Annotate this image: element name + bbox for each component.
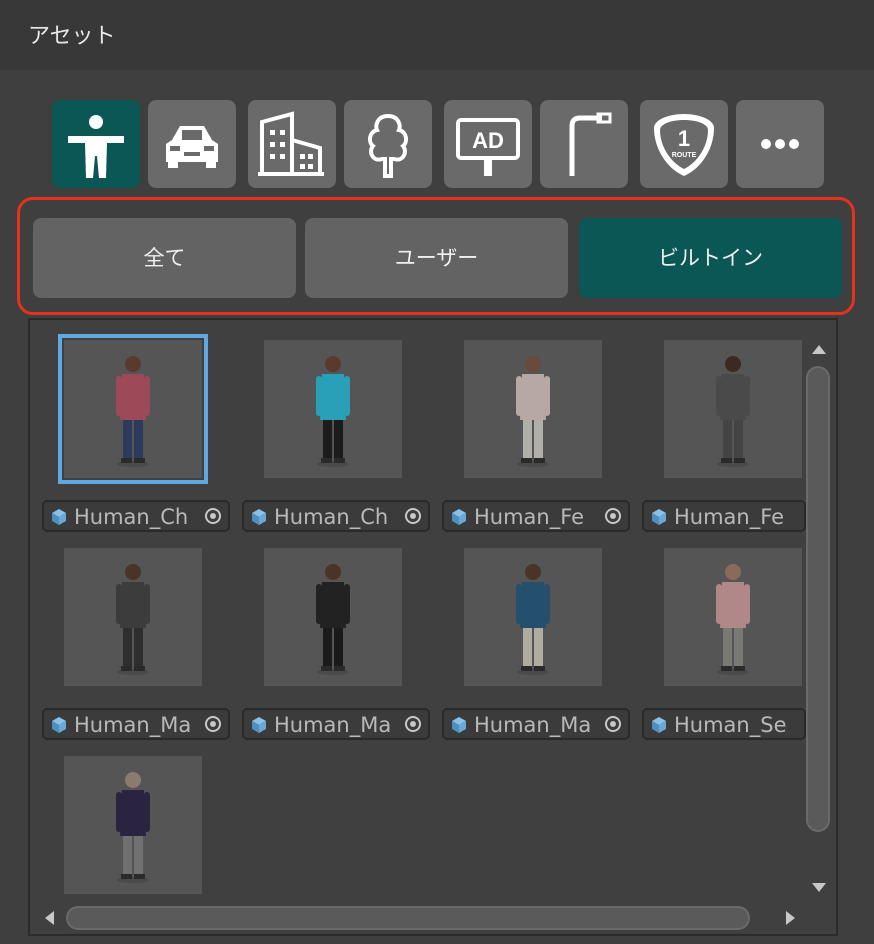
asset-object-field[interactable]: Human_Ch (42, 500, 230, 532)
human-model-preview (316, 564, 350, 675)
asset-name: Human_Ma (74, 713, 192, 737)
human-model-preview (716, 356, 750, 467)
subtab-user[interactable]: ユーザー (305, 218, 568, 298)
asset-object-field[interactable]: Human_Ch (242, 500, 430, 532)
object-picker-icon[interactable] (604, 507, 622, 525)
human-model-preview (116, 772, 150, 883)
window-title: アセット (28, 24, 116, 49)
category-vehicle-button[interactable] (148, 100, 236, 188)
asset-thumbnail[interactable] (664, 548, 802, 686)
prefab-cube-icon (652, 717, 666, 733)
prefab-cube-icon (652, 509, 666, 525)
car-icon (166, 126, 218, 168)
human-model-preview (516, 356, 550, 467)
tree-icon (367, 113, 409, 178)
human-model-preview (316, 356, 350, 467)
object-picker-icon[interactable] (604, 715, 622, 733)
human-model-preview (716, 564, 750, 675)
prefab-cube-icon (452, 509, 466, 525)
asset-name: Human_Ma (474, 713, 592, 737)
human-model-preview (516, 564, 550, 675)
asset-thumbnail[interactable] (664, 340, 802, 478)
ad-billboard-icon: AD (456, 118, 520, 176)
asset-thumbnail[interactable] (264, 340, 402, 478)
human-model-preview (116, 356, 150, 467)
asset-object-field[interactable]: Human_Fe (442, 500, 630, 532)
object-picker-icon[interactable] (404, 507, 422, 525)
asset-object-field[interactable]: Human_Ma (442, 708, 630, 740)
asset-object-field[interactable]: Human_Ma (242, 708, 430, 740)
more-dots-icon (761, 139, 799, 149)
svg-text:ROUTE: ROUTE (672, 152, 697, 159)
object-picker-icon[interactable] (404, 715, 422, 733)
asset-object-field[interactable]: Human_Ma (42, 708, 230, 740)
svg-text:1: 1 (678, 126, 690, 151)
category-human-button[interactable] (52, 100, 140, 188)
streetlight-icon (569, 112, 612, 176)
scroll-right-arrow[interactable] (786, 911, 795, 925)
prefab-cube-icon (252, 717, 266, 733)
building-icon (258, 111, 324, 176)
scroll-left-arrow[interactable] (45, 911, 54, 925)
scroll-up-arrow[interactable] (812, 345, 826, 354)
category-advertisement-button[interactable]: AD (444, 100, 532, 188)
prefab-cube-icon (52, 509, 66, 525)
person-icon (68, 115, 124, 178)
asset-name: Human_Ch (74, 505, 189, 529)
category-route-sign-button[interactable]: 1 ROUTE (640, 100, 728, 188)
asset-name: Human_Se (674, 713, 787, 737)
asset-thumbnail[interactable] (64, 548, 202, 686)
object-picker-icon[interactable] (204, 507, 222, 525)
prefab-cube-icon (252, 509, 266, 525)
category-building-button[interactable] (248, 100, 336, 188)
category-more-button[interactable] (736, 100, 824, 188)
asset-thumbnail[interactable] (64, 756, 202, 894)
window-titlebar: アセット (0, 0, 874, 70)
asset-name: Human_Ch (274, 505, 389, 529)
category-plant-button[interactable] (344, 100, 432, 188)
route-sign-icon: 1ROUTE (654, 114, 714, 176)
asset-name: Human_Ma (274, 713, 392, 737)
svg-text:AD: AD (472, 128, 504, 153)
object-picker-icon[interactable] (204, 715, 222, 733)
vertical-scrollbar-thumb[interactable] (806, 366, 830, 832)
asset-object-field[interactable]: Human_Se (642, 708, 806, 740)
asset-thumbnail[interactable] (58, 334, 208, 484)
asset-name: Human_Fe (674, 505, 785, 529)
prefab-cube-icon (452, 717, 466, 733)
asset-thumbnail[interactable] (464, 340, 602, 478)
human-model-preview (116, 564, 150, 675)
asset-thumbnail[interactable] (264, 548, 402, 686)
subtab-builtin[interactable]: ビルトイン (579, 218, 842, 298)
asset-object-field[interactable]: Human_Fe (642, 500, 806, 532)
asset-name: Human_Fe (474, 505, 585, 529)
asset-thumbnail[interactable] (464, 548, 602, 686)
subtab-all[interactable]: 全て (33, 218, 296, 298)
category-streetlight-button[interactable] (540, 100, 628, 188)
prefab-cube-icon (52, 717, 66, 733)
scroll-down-arrow[interactable] (812, 883, 826, 892)
horizontal-scrollbar-thumb[interactable] (66, 906, 750, 930)
